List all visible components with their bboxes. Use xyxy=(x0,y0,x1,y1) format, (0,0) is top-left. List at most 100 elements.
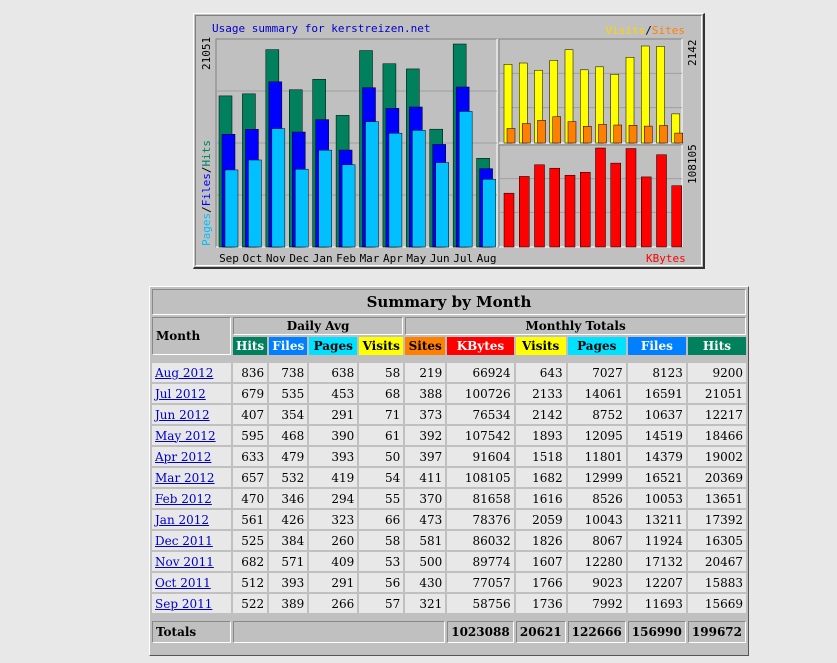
monthly-cell: 321 xyxy=(405,594,446,613)
daily-cell: 71 xyxy=(359,405,404,424)
daily-cell: 571 xyxy=(269,552,308,571)
month-link[interactable]: Nov 2011 xyxy=(155,555,214,569)
sites-bar xyxy=(628,124,638,144)
daily-cell: 479 xyxy=(269,447,308,466)
col-daily-visits: Visits xyxy=(359,337,404,355)
monthly-cell: 1682 xyxy=(515,468,566,487)
monthly-cell: 11801 xyxy=(567,447,626,466)
sites-bar xyxy=(506,128,516,144)
monthly-cell: 1893 xyxy=(515,426,566,445)
left-axis-hits: Hits xyxy=(200,140,213,167)
daily-cell: 66 xyxy=(359,510,404,529)
monthly-cell: 14379 xyxy=(627,447,686,466)
monthly-cell: 388 xyxy=(405,384,446,403)
month-link[interactable]: Sep 2011 xyxy=(155,597,212,611)
month-tick-label: Mar xyxy=(360,252,380,265)
month-tick-label: Aug xyxy=(477,252,497,265)
daily-cell: 57 xyxy=(359,594,404,613)
daily-cell: 294 xyxy=(309,489,358,508)
daily-cell: 291 xyxy=(309,573,358,592)
totals-visits: 20621 xyxy=(515,621,566,643)
table-row: Jul 2012 679 535 453 68 388 100726 2133 14061 165… xyxy=(152,384,746,403)
kbytes-bar xyxy=(595,147,606,248)
left-axis-pages: Pages xyxy=(200,212,213,246)
daily-cell: 384 xyxy=(269,531,308,550)
table-row: Mar 2012 657 532 419 54 411 108105 1682 12999 165… xyxy=(152,468,746,487)
month-cell: Mar 2012 xyxy=(152,468,231,487)
monthly-cell: 76534 xyxy=(447,405,514,424)
daily-cell: 323 xyxy=(309,510,358,529)
month-link[interactable]: Feb 2012 xyxy=(155,492,212,506)
monthly-cell: 10637 xyxy=(627,405,686,424)
kbytes-bar xyxy=(564,174,576,248)
sites-bar xyxy=(644,125,653,144)
column-headers: Hits Files Pages Visits Sites KBytes Vis… xyxy=(152,337,746,355)
monthly-cell: 473 xyxy=(405,510,446,529)
monthly-cell: 2133 xyxy=(515,384,566,403)
month-cell: Aug 2012 xyxy=(152,363,231,382)
col-monthly-hits: Hits xyxy=(687,337,746,355)
totals-files: 156990 xyxy=(627,621,686,643)
monthly-cell: 91604 xyxy=(447,447,514,466)
monthly-cell: 7027 xyxy=(567,363,626,382)
left-axis-label: Pages/Files/Hits xyxy=(200,140,213,246)
daily-cell: 354 xyxy=(269,405,308,424)
monthly-cell: 108105 xyxy=(447,468,514,487)
month-link[interactable]: Apr 2012 xyxy=(155,450,211,464)
monthly-cell: 373 xyxy=(405,405,446,424)
monthly-cell: 2142 xyxy=(515,405,566,424)
daily-cell: 419 xyxy=(309,468,358,487)
monthly-cell: 430 xyxy=(405,573,446,592)
table-row: Nov 2011 682 571 409 53 500 89774 1607 12280 1713… xyxy=(152,552,746,571)
daily-cell: 393 xyxy=(309,447,358,466)
summary-by-month: Summary by Month Month Daily Avg Monthly… xyxy=(149,286,749,656)
table-row: Apr 2012 633 479 393 50 397 91604 1518 11801 1437… xyxy=(152,447,746,466)
month-tick-label: Apr xyxy=(383,252,403,265)
kbytes-bar xyxy=(610,162,621,248)
monthly-cell: 411 xyxy=(405,468,446,487)
monthly-cell: 20369 xyxy=(687,468,746,487)
monthly-cell: 9023 xyxy=(567,573,626,592)
col-monthly-kbytes: KBytes xyxy=(447,337,514,355)
pages-bar xyxy=(412,130,426,248)
month-cell: Dec 2011 xyxy=(152,531,231,550)
usage-chart-svg: Sep Oct Nov Dec Jan Feb Mar Apr May Jun Jul Aug xyxy=(215,38,683,265)
monthly-cell: 500 xyxy=(405,552,446,571)
monthly-cell: 7992 xyxy=(567,594,626,613)
table-row: Aug 2012 836 738 638 58 219 66924 643 7027 8123 92… xyxy=(152,363,746,382)
sites-bar xyxy=(598,124,607,144)
monthly-cell: 2059 xyxy=(515,510,566,529)
daily-cell: 389 xyxy=(269,594,308,613)
month-link[interactable]: May 2012 xyxy=(155,429,216,443)
sites-bar xyxy=(674,132,683,144)
col-monthly-pages: Pages xyxy=(567,337,626,355)
month-tick-label: Jul xyxy=(453,252,473,265)
daily-cell: 679 xyxy=(232,384,268,403)
table-row: Jan 2012 561 426 323 66 473 78376 2059 10043 1321… xyxy=(152,510,746,529)
kbytes-bar xyxy=(503,192,515,248)
monthly-cell: 86032 xyxy=(447,531,514,550)
month-link[interactable]: Aug 2012 xyxy=(155,366,213,380)
totals-label: Totals xyxy=(152,621,231,643)
table-row: Dec 2011 525 384 260 58 581 86032 1826 8067 11924… xyxy=(152,531,746,550)
month-link[interactable]: Mar 2012 xyxy=(155,471,215,485)
monthly-cell: 15669 xyxy=(687,594,746,613)
sites-bar xyxy=(613,124,622,144)
monthly-cell: 12999 xyxy=(567,468,626,487)
totals-hits: 199672 xyxy=(687,621,746,643)
month-link[interactable]: Dec 2011 xyxy=(155,534,213,548)
daily-cell: 468 xyxy=(269,426,308,445)
monthly-cell: 77057 xyxy=(447,573,514,592)
month-link[interactable]: Oct 2011 xyxy=(155,576,211,590)
month-link[interactable]: Jan 2012 xyxy=(155,513,209,527)
monthly-cell: 13211 xyxy=(627,510,686,529)
kbytes-bar xyxy=(625,148,637,248)
month-cell: Sep 2011 xyxy=(152,594,231,613)
daily-cell: 291 xyxy=(309,405,358,424)
month-link[interactable]: Jul 2012 xyxy=(155,387,206,401)
monthly-cell: 18466 xyxy=(687,426,746,445)
month-link[interactable]: Jun 2012 xyxy=(155,408,210,422)
monthly-cell: 1518 xyxy=(515,447,566,466)
monthly-cell: 16521 xyxy=(627,468,686,487)
monthly-cell: 14061 xyxy=(567,384,626,403)
